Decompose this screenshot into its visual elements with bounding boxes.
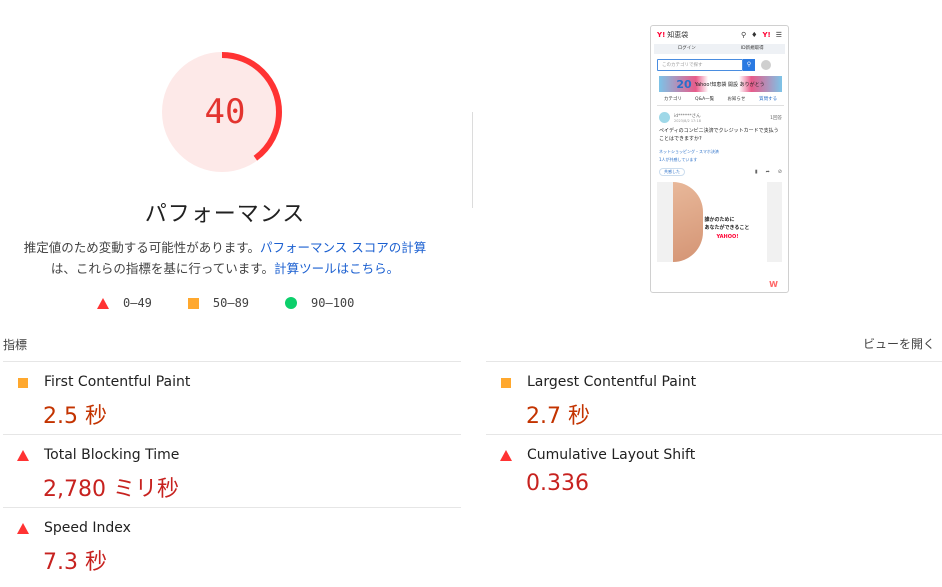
metric-si: Speed Index 7.3 秒 [3,507,461,580]
metric-name: Cumulative Layout Shift [527,447,696,463]
ph-banner-text: Yahoo!知恵袋 開設 ありがとう [694,81,765,88]
ph-ad: 誰かのために あなたができること YAHOO! [657,182,782,262]
score-calc-link[interactable]: パフォーマンス スコアの計算 [260,240,426,255]
ph-post-head: id******さん 2023/8/2 17:18 1回答 [659,112,782,123]
triangle-icon [500,450,512,461]
ph-nav: ログイン ID新規取得 [654,44,785,54]
square-icon [501,378,511,388]
metric-tbt: Total Blocking Time 2,780 ミリ秒 [3,434,461,507]
menu-icon: ☰ [775,31,782,39]
final-screenshot[interactable]: Y! 知恵袋 ⚲ ♦ Y! ☰ ログイン ID新規取得 このカテゴリで探す ⚲ 2… [650,25,789,293]
block-icon: ⊘ [777,169,782,175]
view-toggle-button[interactable]: ビューを開く [863,335,935,352]
metric-value: 7.3 秒 [43,550,107,575]
ph-search-input: このカテゴリで探す [657,59,743,71]
ph-tab: 質問する [759,97,778,102]
ph-login: ログイン [677,46,696,51]
legend-fail: 0–49 [97,296,152,310]
ph-ad-image: 誰かのために あなたができること YAHOO! [672,182,767,262]
ph-post-category: ネットショッピング・スマホ決済 [659,149,719,154]
calculator-link[interactable]: 計算ツールはこちら。 [274,261,399,276]
legend-range: 0–49 [123,296,152,310]
ph-post-count: 1回答 [770,115,782,121]
ph-logo: Y! 知恵袋 [657,31,689,39]
ph-post-actions: 共感した ▮ ➦ ⊘ [659,168,782,176]
metric-value: 2,780 ミリ秒 [43,477,179,502]
bell-icon: ♦ [751,31,758,39]
circle-icon [285,297,298,309]
metric-name: Speed Index [44,520,131,536]
ph-ad-text: 誰かのために あなたができること [704,217,750,231]
ph-tab: Q&A一覧 [695,97,715,102]
metric-value: 2.5 秒 [43,404,107,429]
ph-ad-logo: YAHOO! [716,234,739,240]
ph-header-icons: ⚲ ♦ Y! ☰ [741,31,782,39]
metric-cls: Cumulative Layout Shift 0.336 [486,434,942,507]
triangle-icon [97,297,109,309]
legend-average: 50–89 [187,296,250,310]
ph-post: id******さん 2023/8/2 17:18 1回答 ペイディのコンビニ決… [651,106,788,176]
performance-gauge: 40 [160,50,290,180]
ph-like: 共感した [659,168,685,176]
category-title: パフォーマンス [144,202,306,227]
ph-banner: 20 Yahoo!知恵袋 開設 ありがとう [659,76,782,92]
square-icon [187,297,199,309]
share-icon: ➦ [765,169,770,175]
ph-header: Y! 知恵袋 ⚲ ♦ Y! ☰ [651,26,788,44]
yahoo-icon: Y! [762,31,771,39]
divider [472,112,473,208]
legend-range: 50–89 [212,296,250,310]
ph-post-avatar [659,112,670,123]
ph-post-question: ペイディのコンビニ決済でクレジットカードで支払うことはできますか? [659,128,779,142]
ph-footer-logo: W [769,280,778,289]
ph-post-answers: 1人が共感しています [659,157,698,162]
ph-signup: ID新規取得 [740,46,764,51]
desc-middle: は、これらの指標を基に行っています。 [50,261,275,276]
metric-name: Total Blocking Time [44,447,180,463]
ph-tab: お知らせ [727,97,746,102]
desc-prefix: 推定値のため変動する可能性があります。 [23,240,261,255]
hand-image [672,182,703,262]
metric-fcp: First Contentful Paint 2.5 秒 [3,361,461,434]
bookmark-icon: ▮ [754,169,758,175]
ph-search-icon: ⚲ [743,59,755,71]
score-description: 推定値のため変動する可能性があります。パフォーマンス スコアの計算は、これらの指… [18,237,432,279]
metrics-heading: 指標 [3,338,28,352]
ph-post-user: id******さん 2023/8/2 17:18 [674,113,701,123]
triangle-icon [17,523,29,534]
legend-range: 90–100 [311,296,355,310]
ph-tab: カテゴリ [663,97,682,102]
legend-pass: 90–100 [285,296,354,310]
ph-search: このカテゴリで探す ⚲ [657,59,785,71]
lighthouse-report: 40 パフォーマンス 推定値のため変動する可能性があります。パフォーマンス スコ… [0,0,942,587]
ph-tabs: カテゴリ Q&A一覧 お知らせ 質問する [657,96,784,106]
metric-lcp: Largest Contentful Paint 2.7 秒 [486,361,942,434]
triangle-icon [17,450,29,461]
performance-score: 40 [204,92,246,132]
score-legend: 0–49 50–89 90–100 [97,296,354,310]
ph-action-icons: ▮ ➦ ⊘ [755,169,782,175]
metric-value: 0.336 [526,471,589,496]
square-icon [18,378,28,388]
ph-banner-num: 20 [676,77,692,91]
ph-avatar [761,60,771,70]
metric-name: First Contentful Paint [44,374,191,390]
metric-name: Largest Contentful Paint [527,374,697,390]
search-icon: ⚲ [741,31,747,39]
metric-value: 2.7 秒 [526,404,590,429]
